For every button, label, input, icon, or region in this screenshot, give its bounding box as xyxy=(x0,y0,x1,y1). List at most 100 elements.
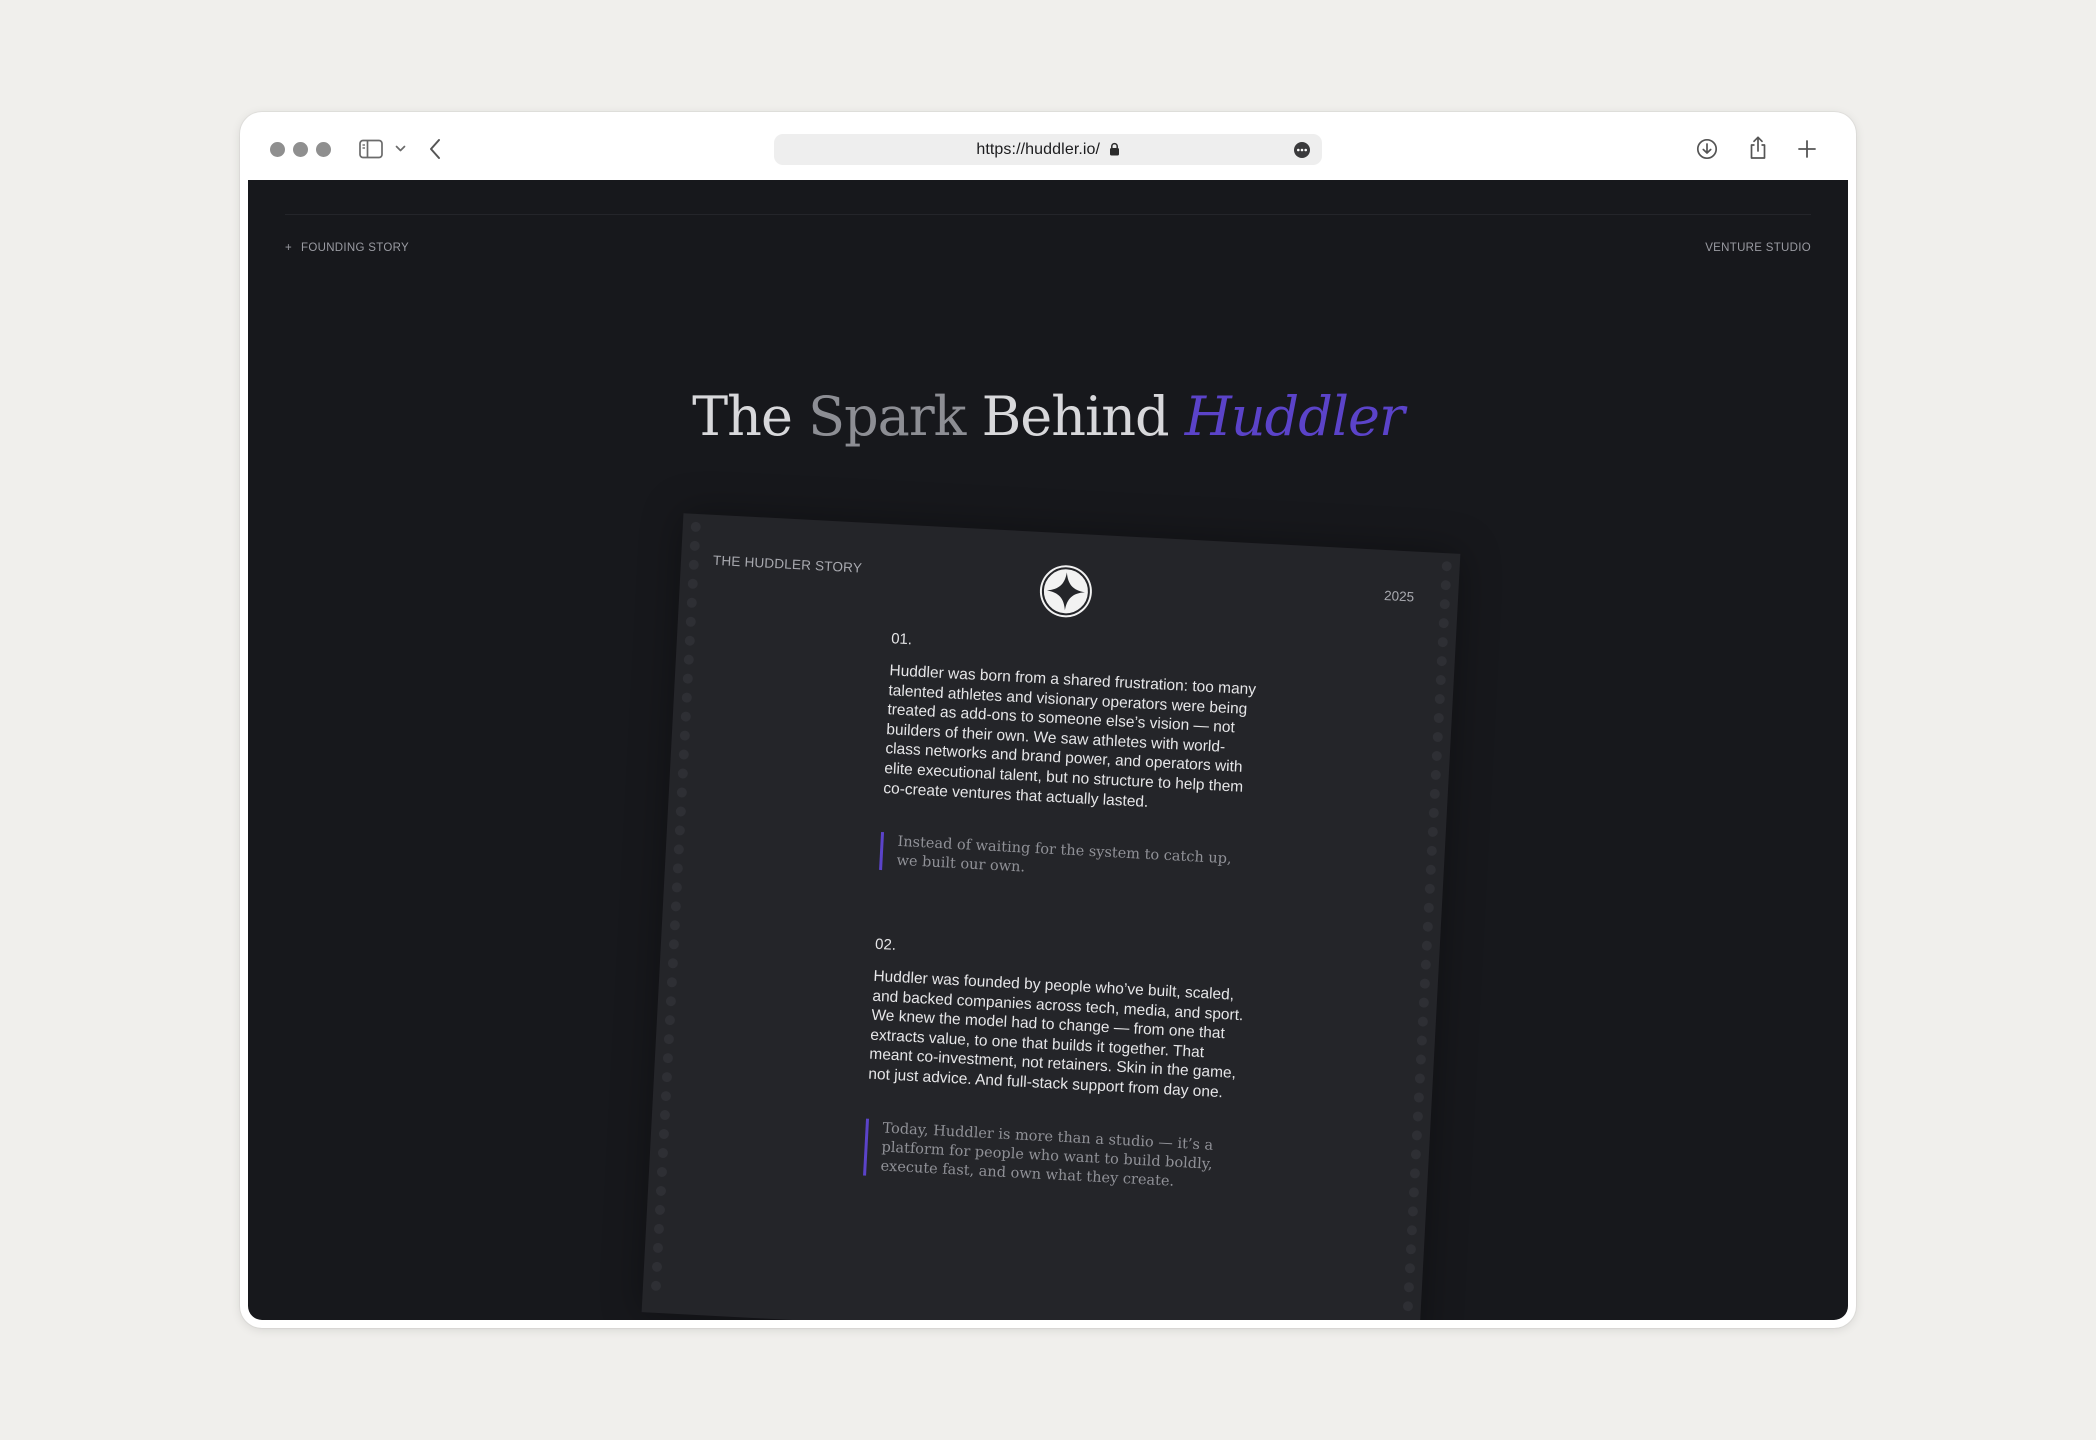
perforation-hole xyxy=(680,711,692,722)
perforation-hole xyxy=(665,995,677,1007)
perforation-hole xyxy=(675,806,687,817)
pull-quote: Instead of waiting for the system to cat… xyxy=(879,832,1253,890)
perforation-hole xyxy=(657,1147,669,1159)
perforation-hole xyxy=(685,616,697,627)
perforation-hole xyxy=(651,1261,663,1273)
perforation-hole xyxy=(1441,560,1452,572)
url-text: https://huddler.io/ xyxy=(774,141,1322,159)
perforation-hole xyxy=(666,976,678,988)
perforation-hole xyxy=(1405,1244,1417,1255)
perforation-hole xyxy=(689,540,701,552)
perforation-hole xyxy=(664,1014,676,1026)
perforation-hole xyxy=(1433,712,1445,724)
perforation-hole xyxy=(1429,788,1441,800)
title-word-the: The xyxy=(692,385,793,448)
perforation-hole xyxy=(1426,845,1438,857)
perforation-hole xyxy=(690,521,702,533)
section-paragraph: Huddler was born from a shared frustrati… xyxy=(882,662,1257,811)
back-button[interactable] xyxy=(428,138,442,160)
perforation-hole xyxy=(1406,1225,1418,1236)
venture-studio-label: VENTURE STUDIO xyxy=(1705,242,1811,254)
perforation-hole xyxy=(1437,636,1449,648)
perforation-hole xyxy=(683,654,695,665)
perforation-hole xyxy=(1423,902,1435,913)
perforation-hole xyxy=(682,673,694,684)
perforation-hole xyxy=(1420,959,1432,970)
perforation-hole xyxy=(654,1204,666,1216)
perforation-hole xyxy=(676,787,688,798)
plus-icon[interactable] xyxy=(1797,139,1817,159)
share-icon[interactable] xyxy=(1748,135,1768,160)
perforation-hole xyxy=(658,1128,670,1140)
perforation-hole xyxy=(1424,883,1436,895)
page-viewport: + FOUNDING STORY VENTURE STUDIO The Spark… xyxy=(248,180,1848,1320)
perforation-hole xyxy=(1410,1149,1422,1160)
perforation-hole xyxy=(1428,807,1440,819)
perforation-hole xyxy=(1418,997,1430,1008)
perforation-hole xyxy=(1432,731,1444,743)
lock-icon xyxy=(1109,142,1119,156)
perforation-hole xyxy=(1408,1187,1420,1198)
perforation-hole xyxy=(1425,864,1437,876)
title-word-behind: Behind xyxy=(981,385,1170,448)
plus-icon: + xyxy=(285,242,293,254)
story-card: THE HUDDLER STORY 2025 01. Huddler was b… xyxy=(641,513,1461,1320)
perforation-hole xyxy=(1403,1281,1415,1293)
card-year: 2025 xyxy=(1383,587,1415,605)
perforation-hole xyxy=(659,1109,671,1121)
perforation-hole xyxy=(1411,1130,1423,1141)
story-section-2: 02. Huddler was founded by people who’ve… xyxy=(863,936,1247,1195)
perforation-hole xyxy=(1427,826,1439,838)
title-word-spark: Spark xyxy=(808,385,966,448)
perforation-hole xyxy=(1416,1035,1428,1046)
story-section-1: 01. Huddler was born from a shared frust… xyxy=(879,630,1263,890)
perforation-hole xyxy=(1409,1168,1421,1179)
minimize-window-button[interactable] xyxy=(293,142,308,157)
download-icon[interactable] xyxy=(1696,138,1718,160)
perforation-hole xyxy=(652,1242,664,1254)
perforation-hole xyxy=(1415,1054,1427,1065)
close-window-button[interactable] xyxy=(270,142,285,157)
perforation-hole xyxy=(1414,1073,1426,1084)
perforation-hole xyxy=(668,939,680,950)
founding-story-label: + FOUNDING STORY xyxy=(285,242,409,254)
perforation-hole xyxy=(1402,1300,1414,1312)
page-title: The Spark Behind Huddler xyxy=(248,390,1848,444)
perforation-hole xyxy=(1413,1092,1425,1103)
perforation-hole xyxy=(674,825,686,836)
perforation-hole xyxy=(1412,1111,1424,1122)
chevron-down-icon[interactable] xyxy=(395,145,406,153)
address-bar[interactable]: https://huddler.io/ xyxy=(774,134,1322,165)
perforation-hole xyxy=(662,1052,674,1064)
meta-left-text: FOUNDING STORY xyxy=(301,242,409,254)
title-word-huddler: Huddler xyxy=(1184,385,1405,448)
perforation-hole xyxy=(1419,978,1431,989)
perforation-hole xyxy=(1407,1206,1419,1217)
perforation-hole xyxy=(684,635,696,646)
zoom-window-button[interactable] xyxy=(316,142,331,157)
section-paragraph: Huddler was founded by people who’ve bui… xyxy=(867,967,1244,1102)
perforation-hole xyxy=(669,920,681,931)
perforation-hole xyxy=(663,1033,675,1045)
perforation-hole xyxy=(678,749,690,760)
card-perforation-right xyxy=(1399,560,1454,1320)
section-number: 01. xyxy=(890,630,913,649)
perforation-hole xyxy=(1404,1262,1416,1274)
perforation-hole xyxy=(1439,598,1451,610)
perforation-hole xyxy=(1438,617,1450,629)
perforation-hole xyxy=(1421,940,1433,951)
section-number: 02. xyxy=(874,935,897,954)
sidebar-icon[interactable] xyxy=(359,139,383,159)
card-perforation-left xyxy=(648,521,703,1305)
perforation-hole xyxy=(677,768,689,779)
perforation-hole xyxy=(661,1071,673,1083)
perforation-hole xyxy=(1430,769,1442,781)
url-value: https://huddler.io/ xyxy=(976,141,1101,158)
perforation-hole xyxy=(687,578,699,590)
perforation-hole xyxy=(670,901,682,912)
browser-toolbar: https://huddler.io/ xyxy=(240,112,1856,180)
ellipsis-circle-icon[interactable] xyxy=(1293,141,1311,159)
perforation-hole xyxy=(655,1185,667,1197)
perforation-hole xyxy=(656,1166,668,1178)
divider xyxy=(285,214,1811,215)
